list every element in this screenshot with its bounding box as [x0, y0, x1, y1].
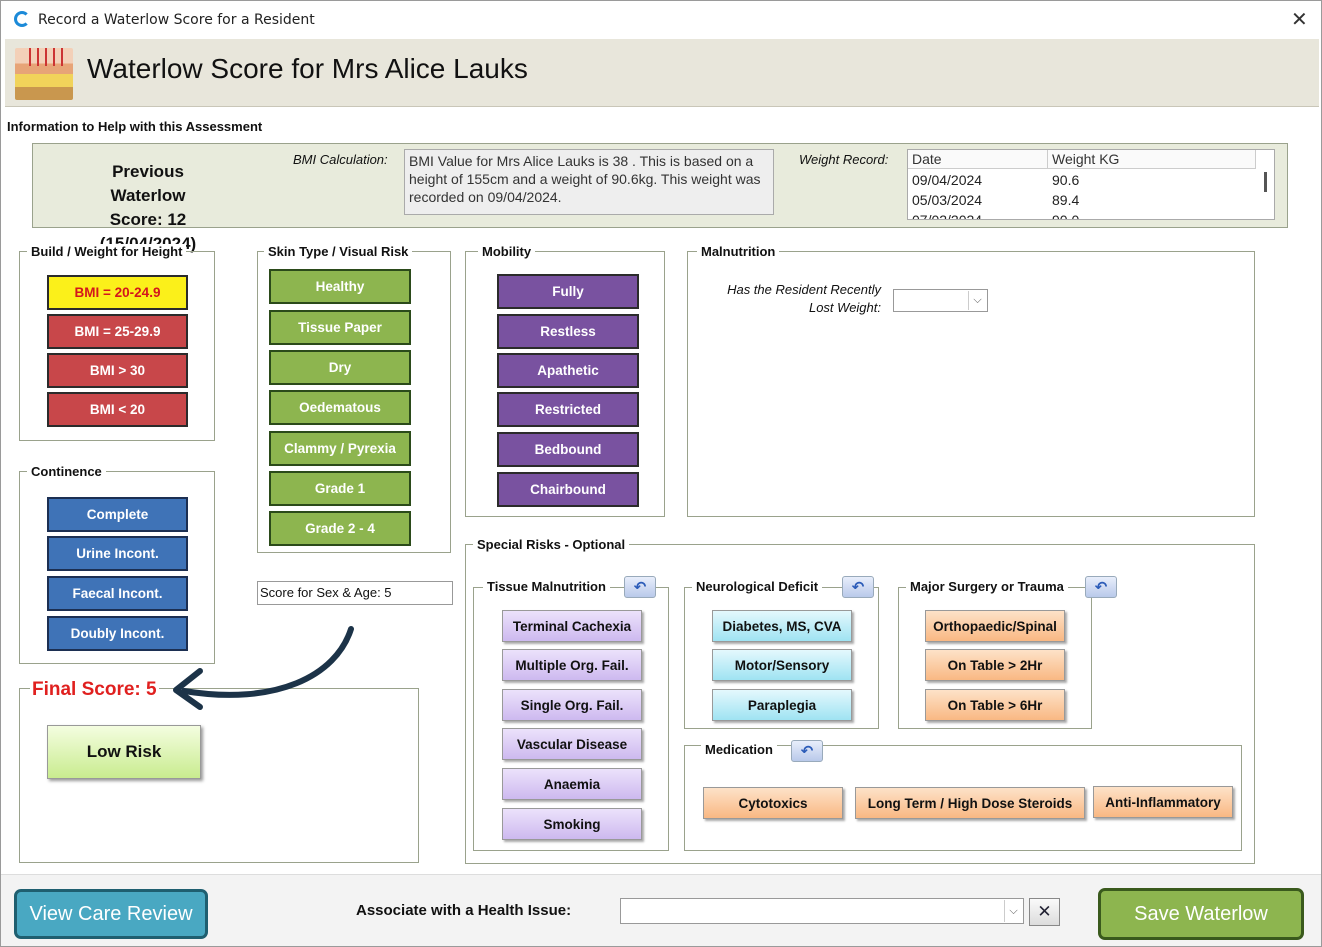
clear-health-issue-button[interactable]: ✕ [1029, 898, 1060, 926]
title-bar: Record a Waterlow Score for a Resident ✕ [1, 1, 1321, 39]
urine-incont-button[interactable]: Urine Incont. [47, 536, 188, 571]
associate-health-issue-label: Associate with a Health Issue: [356, 902, 572, 919]
bmi-25-29-button[interactable]: BMI = 25-29.9 [47, 314, 188, 349]
view-care-review-button[interactable]: View Care Review [14, 889, 208, 939]
tissue-reset-icon[interactable]: ↶ [624, 576, 656, 598]
faecal-incont-button[interactable]: Faecal Incont. [47, 576, 188, 611]
diabetes-ms-cva-button[interactable]: Diabetes, MS, CVA [712, 610, 852, 642]
chevron-down-icon[interactable]: ⌵ [968, 291, 986, 310]
continence-complete-button[interactable]: Complete [47, 497, 188, 532]
table-cell: 90.6 [1052, 172, 1080, 188]
skin-dry-button[interactable]: Dry [269, 350, 411, 385]
motor-sensory-button[interactable]: Motor/Sensory [712, 649, 852, 681]
column-header-date[interactable]: Date [908, 150, 1048, 169]
major-surgery-label: Major Surgery or Trauma [906, 579, 1068, 594]
bmi-calculation-text: BMI Value for Mrs Alice Lauks is 38 . Th… [404, 149, 774, 215]
skin-healthy-button[interactable]: Healthy [269, 269, 411, 304]
skin-layers-icon [15, 48, 73, 100]
sex-age-score: Score for Sex & Age: 5 [257, 581, 453, 605]
weight-record-table[interactable]: Date Weight KG 09/04/2024 90.6 05/03/202… [907, 149, 1275, 220]
single-org-fail-button[interactable]: Single Org. Fail. [502, 689, 642, 721]
close-icon[interactable]: ✕ [1291, 7, 1308, 31]
health-issue-dropdown[interactable]: ⌵ [620, 898, 1024, 924]
neurological-deficit-label: Neurological Deficit [692, 579, 823, 594]
table-cell: 07/02/2024 [912, 212, 983, 220]
table-cell: 09/04/2024 [912, 172, 983, 188]
mobility-label: Mobility [478, 244, 536, 259]
previous-score: Previous Waterlow Score: 12 (15/04/2024) [100, 162, 196, 253]
skin-clammy-button[interactable]: Clammy / Pyrexia [269, 431, 411, 466]
malnutrition-label: Malnutrition [697, 244, 780, 259]
table-cell: 05/03/2024 [912, 192, 983, 208]
bmi-over-30-button[interactable]: BMI > 30 [47, 353, 188, 388]
header-banner: Waterlow Score for Mrs Alice Lauks [5, 39, 1319, 107]
chevron-down-icon[interactable]: ⌵ [1004, 900, 1022, 922]
scrollbar-thumb[interactable] [1264, 172, 1267, 192]
window-title: Record a Waterlow Score for a Resident [38, 12, 315, 28]
lost-weight-question: Has the Resident Recently Lost Weight: [727, 282, 881, 315]
long-term-steroids-button[interactable]: Long Term / High Dose Steroids [855, 787, 1085, 819]
bmi-20-24-button[interactable]: BMI = 20-24.9 [47, 275, 188, 310]
mobility-apathetic-button[interactable]: Apathetic [497, 353, 639, 388]
page-title: Waterlow Score for Mrs Alice Lauks [87, 53, 528, 84]
tissue-malnutrition-label: Tissue Malnutrition [483, 579, 610, 594]
weight-record-label: Weight Record: [799, 152, 889, 167]
skin-tissue-paper-button[interactable]: Tissue Paper [269, 310, 411, 345]
footer-bar: View Care Review Associate with a Health… [1, 874, 1321, 946]
dialog-window: Record a Waterlow Score for a Resident ✕… [0, 0, 1322, 947]
orthopaedic-spinal-button[interactable]: Orthopaedic/Spinal [925, 610, 1065, 642]
table-cell: 90.0 [1052, 212, 1080, 220]
final-score-label: Final Score: 5 [30, 679, 159, 701]
skin-grade-2-4-button[interactable]: Grade 2 - 4 [269, 511, 411, 546]
skin-oedematous-button[interactable]: Oedematous [269, 390, 411, 425]
anti-inflammatory-button[interactable]: Anti-Inflammatory [1093, 786, 1233, 818]
medication-label: Medication [701, 742, 777, 757]
build-weight-label: Build / Weight for Height [27, 244, 187, 259]
bmi-label: BMI Calculation: [293, 152, 388, 167]
mobility-bedbound-button[interactable]: Bedbound [497, 432, 639, 467]
bmi-under-20-button[interactable]: BMI < 20 [47, 392, 188, 427]
mobility-fully-button[interactable]: Fully [497, 274, 639, 309]
neuro-reset-icon[interactable]: ↶ [842, 576, 874, 598]
smoking-button[interactable]: Smoking [502, 808, 642, 840]
risk-level-button[interactable]: Low Risk [47, 725, 201, 779]
info-panel: Previous Waterlow Score: 12 (15/04/2024)… [32, 143, 1288, 253]
continence-label: Continence [27, 464, 106, 479]
on-table-2hr-button[interactable]: On Table > 2Hr [925, 649, 1065, 681]
on-table-6hr-button[interactable]: On Table > 6Hr [925, 689, 1065, 721]
lost-weight-dropdown[interactable]: ⌵ [893, 289, 988, 312]
paraplegia-button[interactable]: Paraplegia [712, 689, 852, 721]
pointer-arrow-icon [173, 626, 354, 710]
save-waterlow-button[interactable]: Save Waterlow [1098, 888, 1304, 940]
anaemia-button[interactable]: Anaemia [502, 768, 642, 800]
column-header-weight[interactable]: Weight KG [1048, 150, 1256, 169]
vascular-disease-button[interactable]: Vascular Disease [502, 728, 642, 760]
special-risks-label: Special Risks - Optional [473, 537, 630, 552]
info-section-label: Information to Help with this Assessment [7, 119, 263, 134]
medication-reset-icon[interactable]: ↶ [791, 740, 823, 762]
cytotoxics-button[interactable]: Cytotoxics [703, 787, 843, 819]
terminal-cachexia-button[interactable]: Terminal Cachexia [502, 610, 642, 642]
multiple-org-fail-button[interactable]: Multiple Org. Fail. [502, 649, 642, 681]
skin-type-label: Skin Type / Visual Risk [264, 244, 413, 259]
app-logo-icon [14, 11, 30, 27]
skin-grade-1-button[interactable]: Grade 1 [269, 471, 411, 506]
mobility-restricted-button[interactable]: Restricted [497, 392, 639, 427]
surgery-reset-icon[interactable]: ↶ [1085, 576, 1117, 598]
mobility-restless-button[interactable]: Restless [497, 314, 639, 349]
mobility-chairbound-button[interactable]: Chairbound [497, 472, 639, 507]
table-cell: 89.4 [1052, 192, 1080, 208]
